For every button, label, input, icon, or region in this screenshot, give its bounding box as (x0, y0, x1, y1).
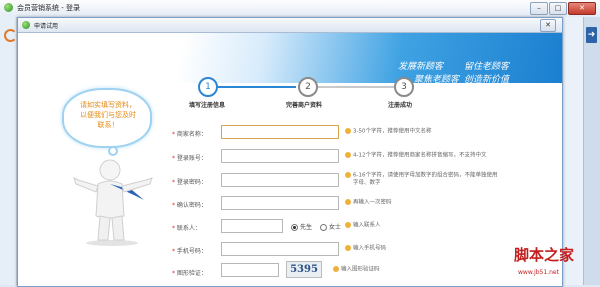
minimize-button[interactable]: – (530, 2, 548, 15)
dialog-logo-icon (22, 21, 30, 29)
watermark-url: www.jb51.net (518, 269, 559, 276)
login-password-label: * 登录密码： (172, 179, 207, 186)
banner-slogan: 创造新价值 (464, 75, 510, 85)
gender-female-radio[interactable]: 女士 (320, 222, 341, 231)
info-icon (345, 245, 351, 251)
banner-slogan: 留住老顾客 (464, 62, 510, 72)
right-panel: ➜ (583, 17, 600, 285)
contact-tip: 输入联系人 (345, 222, 381, 230)
hint-bubble: 请如实填写资料，以便我们与您及时联系！ (62, 88, 152, 148)
phone-input[interactable] (221, 242, 339, 256)
merchant-name-label: * 商家名称： (172, 131, 207, 138)
step-1-label: 填写注册信息 (189, 102, 226, 109)
spinner-icon (4, 29, 17, 42)
window-controls: – □ ✕ (530, 2, 596, 15)
info-icon (345, 199, 351, 205)
phone-label: * 手机号码： (172, 248, 207, 255)
confirm-password-input[interactable] (221, 196, 339, 210)
arrow-icon[interactable]: ➜ (586, 27, 597, 43)
login-account-tip: 4-12个字符，推荐使用商家名称拼音缩写，不支持中文 (345, 152, 486, 160)
captcha-label: * 图形验证： (172, 270, 207, 277)
info-icon (345, 222, 351, 228)
merchant-name-input[interactable] (221, 125, 339, 139)
step-1-circle: 1 (198, 77, 218, 97)
confirm-password-label: * 确认密码： (172, 202, 207, 209)
info-icon (333, 266, 339, 272)
step-3-label: 注册成功 (388, 102, 413, 109)
step-2-circle: 2 (298, 77, 318, 97)
captcha-image[interactable]: 5395 (286, 261, 322, 278)
step-2-label: 完善商户资料 (286, 102, 323, 109)
maximize-button[interactable]: □ (549, 2, 567, 15)
captcha-input[interactable] (221, 263, 279, 277)
bubble-tail (108, 146, 118, 156)
dialog-title: 申请试用 (34, 23, 59, 30)
confirm-password-tip: 再输入一次密码 (345, 199, 392, 207)
info-icon (345, 152, 351, 158)
mascot-figure (73, 159, 153, 246)
step-3-circle: 3 (394, 77, 414, 97)
outer-window-title: 会员营销系统 - 登录 (17, 4, 80, 12)
contact-input[interactable] (221, 219, 283, 233)
left-panel (0, 17, 17, 285)
captcha-tip: 输入图形验证码 (333, 266, 380, 274)
phone-tip: 输入手机号码 (345, 245, 386, 253)
login-account-input[interactable] (221, 149, 339, 163)
hint-text: 请如实填写资料，以便我们与您及时联系！ (80, 101, 136, 129)
watermark-logo: 脚本之家 (514, 246, 575, 264)
banner-slogan: 聚焦老顾客 (414, 75, 460, 85)
progress-line-done (216, 86, 296, 88)
app-logo-icon (4, 3, 13, 12)
banner-slogan: 发展新顾客 (398, 62, 444, 72)
close-window-button[interactable]: ✕ (568, 2, 596, 15)
merchant-name-tip: 3-50个字符，推荐使用中文名称 (345, 128, 431, 136)
contact-label: * 联系人： (172, 225, 201, 232)
info-icon (345, 128, 351, 134)
login-account-label: * 登录账号： (172, 155, 207, 162)
dialog-close-button[interactable]: ✕ (540, 19, 556, 32)
login-password-tip: 6-16个字符，请使用字母加数字的组合密码，不能单独使用 字母、数字 (345, 172, 497, 187)
banner: 发展新顾客 留住老顾客 聚焦老顾客 创造新价值 (18, 33, 562, 85)
outer-title-bar: 会员营销系统 - 登录 – □ ✕ (0, 0, 600, 18)
gender-male-radio[interactable]: 先生 (291, 222, 312, 231)
dialog-title-bar: 申请试用 ✕ (18, 18, 562, 33)
login-password-input[interactable] (221, 173, 339, 187)
info-icon (345, 172, 351, 178)
progress-line (316, 86, 394, 88)
